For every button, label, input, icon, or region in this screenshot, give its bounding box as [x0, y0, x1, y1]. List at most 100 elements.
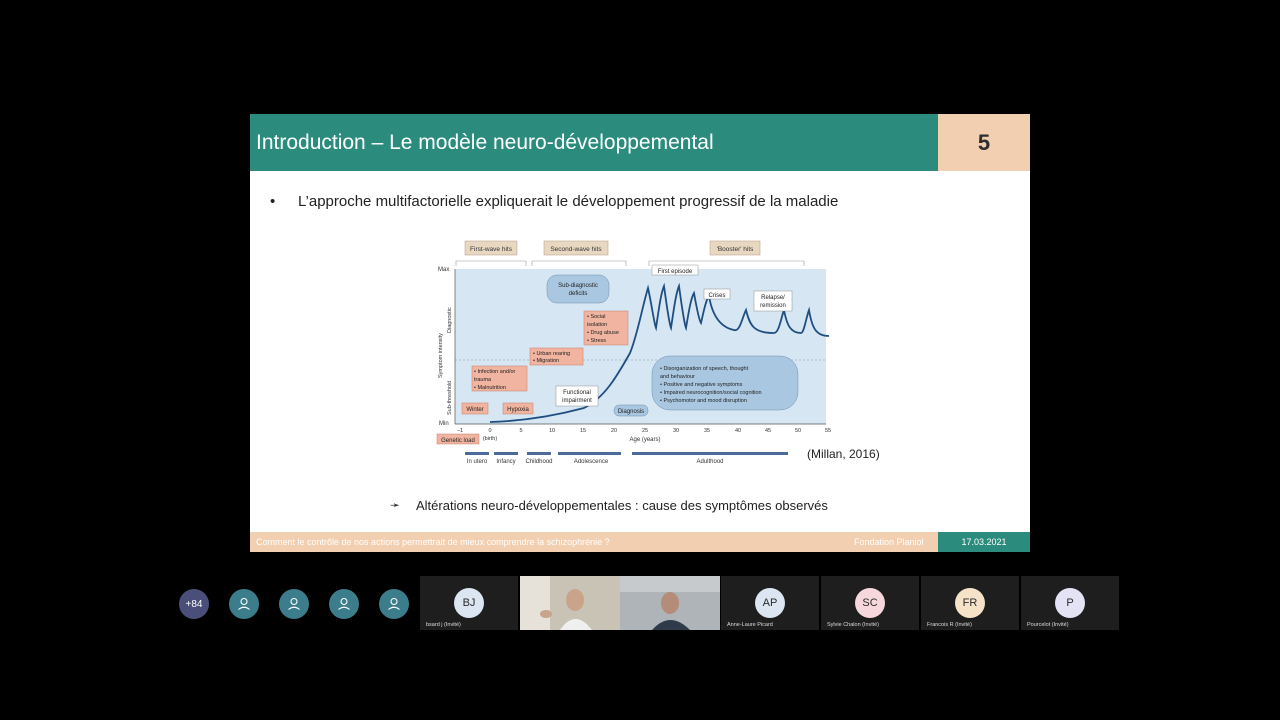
sub-diagnostic-bubble [546, 274, 610, 304]
sub-diagnostic-label-2: deficits [569, 291, 588, 297]
stage-bar [632, 452, 788, 455]
first-wave-label: First-wave hits [470, 246, 513, 253]
stage-bar [527, 452, 551, 455]
person-icon [238, 597, 250, 610]
participant-avatar[interactable] [329, 589, 359, 619]
citation: (Millan, 2016) [807, 447, 880, 461]
video-feed [520, 576, 620, 630]
participant-tile[interactable]: SC Sylvie Chalon (Invité) [821, 576, 919, 630]
participant-tile[interactable]: AP Anne-Laure Picard [721, 576, 819, 630]
more-participants-button[interactable]: +84 [179, 589, 209, 619]
arrow-icon: ➛ [390, 498, 401, 512]
participant-initials: AP [755, 588, 785, 618]
winter-label: Winter [466, 407, 483, 413]
participant-name: Sylvie Chalon (Invité) [827, 622, 879, 628]
x-tick: 5 [519, 428, 522, 434]
bullet-text: L’approche multifactorielle expliquerait… [298, 193, 839, 210]
footer-question: Comment le contrôle de nos actions perme… [256, 537, 610, 547]
footer-date-box: 17.03.2021 [938, 532, 1030, 552]
functional-label-2: impairment [562, 398, 592, 404]
stage-bar [558, 452, 621, 455]
participant-name: bsard j (Invité) [426, 622, 461, 628]
functional-label-1: Functional [563, 390, 591, 396]
participant-video[interactable] [620, 576, 720, 630]
y-band-subthreshold: Sub-threshold [447, 381, 453, 415]
diagnosis-label: Diagnosis [618, 409, 644, 415]
participant-initials: FR [955, 588, 985, 618]
participant-avatar[interactable] [379, 589, 409, 619]
participant-tile[interactable]: BJ bsard j (Invité) [420, 576, 518, 630]
social-factor: • Stress [587, 338, 606, 344]
stage-label: Childhood [525, 459, 552, 465]
x-tick: –1 [457, 428, 463, 434]
x-tick: 25 [642, 428, 648, 434]
stage-bar [465, 452, 489, 455]
footer-organization: Fondation Planiol [854, 537, 924, 547]
y-axis-label: Symptom intensity [438, 333, 444, 378]
slide-footer: Comment le contrôle de nos actions perme… [250, 532, 938, 552]
participants-strip: +84 BJ bsard j (Invité) AP Anne-Laure Pi… [0, 576, 1280, 632]
sub-point-text: Altérations neuro-développementales : ca… [416, 498, 828, 513]
person-icon [388, 597, 400, 610]
relapse-label-2: remission [760, 303, 786, 309]
participant-name: Anne-Laure Picard [727, 622, 773, 628]
symptom-item: • Positive and negative symptoms [660, 382, 743, 388]
urban-factor: • Migration [533, 358, 559, 364]
participant-initials: P [1055, 588, 1085, 618]
participant-avatar[interactable] [279, 589, 309, 619]
infection-factor: • Malnutrition [474, 385, 506, 391]
slide-number: 5 [977, 130, 991, 155]
stage-label: Adolescence [574, 459, 609, 465]
infection-factor: trauma [474, 377, 492, 383]
second-wave-bracket [531, 260, 627, 266]
stage-label: In utero [467, 459, 488, 465]
stage-label: Infancy [496, 459, 515, 465]
y-tick-min: Min [439, 421, 449, 427]
x-tick: 20 [611, 428, 617, 434]
slide-title: Introduction – Le modèle neuro-développe… [256, 131, 714, 154]
first-episode-label: First episode [658, 269, 693, 275]
social-factor: • Drug abuse [587, 330, 619, 336]
x-tick-labels: –1 0 5 10 15 20 25 30 35 40 45 50 55 [457, 428, 831, 434]
video-feed [620, 576, 720, 630]
person-icon [338, 597, 350, 610]
symptom-item: • Impaired neurocognition/social cogniti… [660, 390, 762, 396]
y-band-diagnostic: Diagnostic [447, 307, 453, 333]
social-factor: isolation [587, 322, 607, 328]
slide-header: Introduction – Le modèle neuro-développe… [250, 114, 938, 171]
symptom-item: • Psychomotor and mood disruption [660, 398, 747, 404]
participant-video[interactable] [520, 576, 620, 630]
participant-tile[interactable]: P Pourcelot (Invité) [1021, 576, 1119, 630]
stage-label: Adulthood [696, 459, 723, 465]
birth-label: (birth) [483, 436, 498, 442]
x-tick: 30 [673, 428, 679, 434]
second-wave-label: Second-wave hits [550, 246, 602, 253]
genetic-load-label: Genetic load [441, 438, 475, 444]
x-tick: 10 [549, 428, 555, 434]
person-icon [288, 597, 300, 610]
x-tick: 0 [488, 428, 491, 434]
x-tick: 55 [825, 428, 831, 434]
slide-number-box: 5 [938, 114, 1030, 171]
crises-label: Crises [708, 293, 725, 299]
first-wave-bracket [455, 260, 527, 266]
infection-factor: • Infection and/or [474, 369, 516, 375]
booster-label: 'Booster' hits [717, 246, 755, 253]
footer-date: 17.03.2021 [961, 537, 1007, 547]
x-tick: 35 [704, 428, 710, 434]
neurodevelopment-figure: First-wave hits Second-wave hits 'Booste… [436, 240, 831, 465]
hypoxia-label: Hypoxia [507, 407, 529, 413]
x-axis-label: Age (years) [629, 437, 660, 443]
participant-tile[interactable]: FR Francois R (Invité) [921, 576, 1019, 630]
y-tick-max: Max [438, 267, 449, 273]
participant-initials: BJ [454, 588, 484, 618]
symptom-item: and behaviour [660, 374, 695, 380]
symptom-item: • Disorganization of speech, thought [660, 366, 749, 372]
x-tick: 15 [580, 428, 586, 434]
presentation-slide: Introduction – Le modèle neuro-développe… [250, 114, 1030, 552]
participant-initials: SC [855, 588, 885, 618]
bullet-icon: • [270, 193, 276, 210]
participant-avatar[interactable] [229, 589, 259, 619]
stage-bar [494, 452, 518, 455]
sub-diagnostic-label-1: Sub-diagnostic [558, 283, 598, 289]
